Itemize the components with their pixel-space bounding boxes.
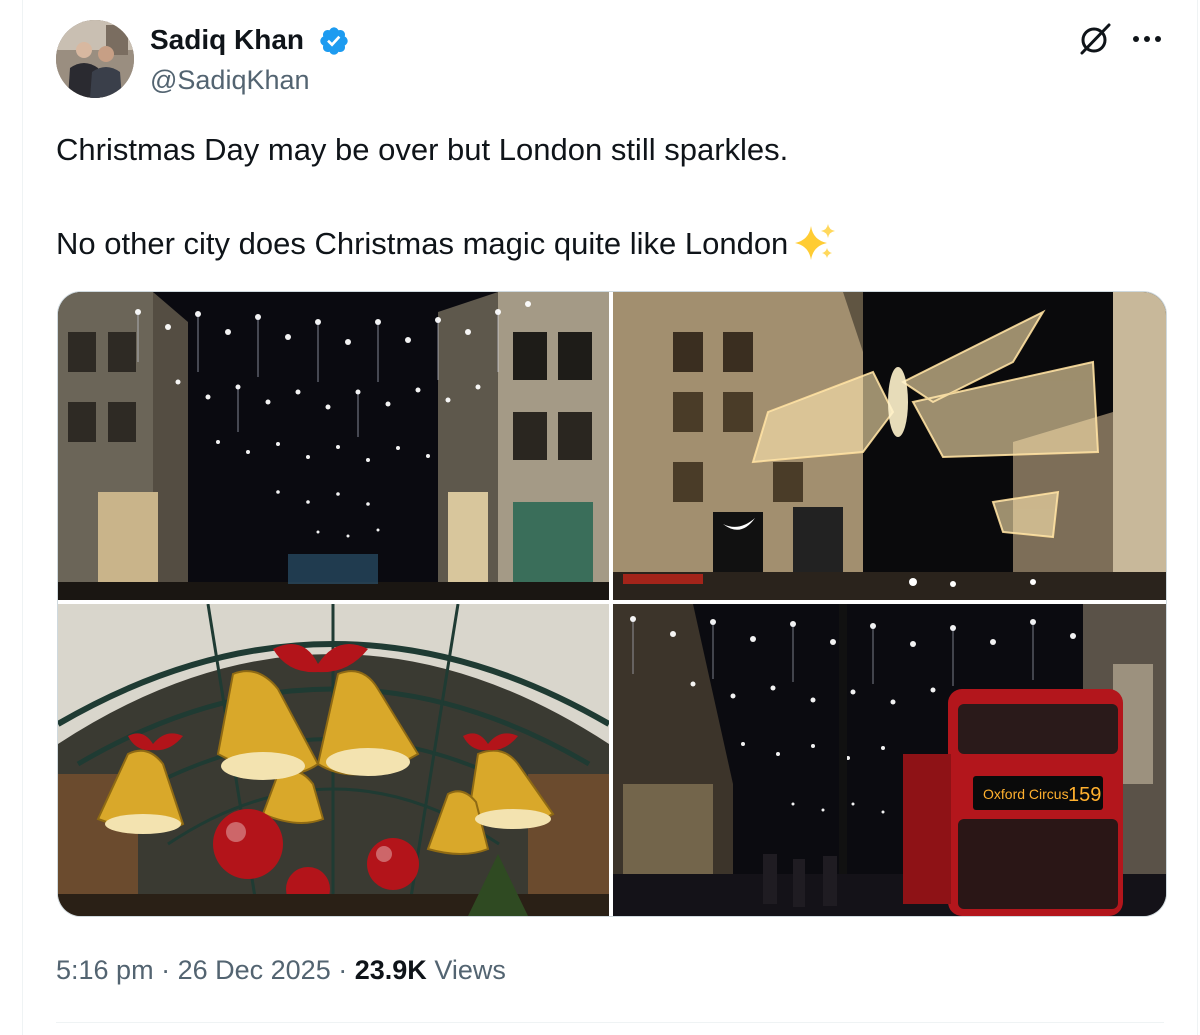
verified-badge-icon (320, 27, 348, 55)
bus-route-number: 159 (1068, 784, 1101, 806)
tweet-line-1: Christmas Day may be over but London sti… (56, 132, 789, 167)
tweet-photo-4[interactable]: Oxford Circus 159 (613, 604, 1166, 916)
tweet-photo-3[interactable] (58, 604, 609, 916)
media-grid: Oxford Circus 159 (57, 291, 1167, 917)
meta-separator: · (338, 955, 348, 985)
bus-destination-text: Oxford Circus (983, 786, 1069, 802)
author-avatar[interactable] (56, 20, 134, 98)
author-name[interactable]: Sadiq Khan (150, 22, 304, 58)
tweet-text: Christmas Day may be over but London sti… (56, 126, 1156, 267)
tweet-photo-2[interactable] (613, 292, 1166, 600)
tweet-line-2: No other city does Christmas magic quite… (56, 226, 789, 261)
views-count: 23.9K (354, 955, 427, 985)
meta-separator: · (161, 955, 171, 985)
tweet-meta: 5:16 pm · 26 Dec 2025 · 23.9K Views (56, 952, 506, 988)
avatar-photo (56, 20, 134, 98)
timeline-left-border (22, 0, 23, 1035)
tweet-time[interactable]: 5:16 pm (56, 955, 154, 985)
tweet-date[interactable]: 26 Dec 2025 (178, 955, 331, 985)
tweet-photo-1[interactable] (58, 292, 609, 600)
timeline-right-border (1197, 0, 1198, 1035)
meta-divider (56, 1022, 1164, 1023)
grok-icon[interactable] (1076, 20, 1114, 58)
author-handle[interactable]: @SadiqKhan (150, 63, 310, 97)
more-horizontal-icon[interactable] (1130, 26, 1164, 52)
views-label: Views (434, 955, 506, 985)
sparkles-emoji-icon (795, 224, 836, 260)
